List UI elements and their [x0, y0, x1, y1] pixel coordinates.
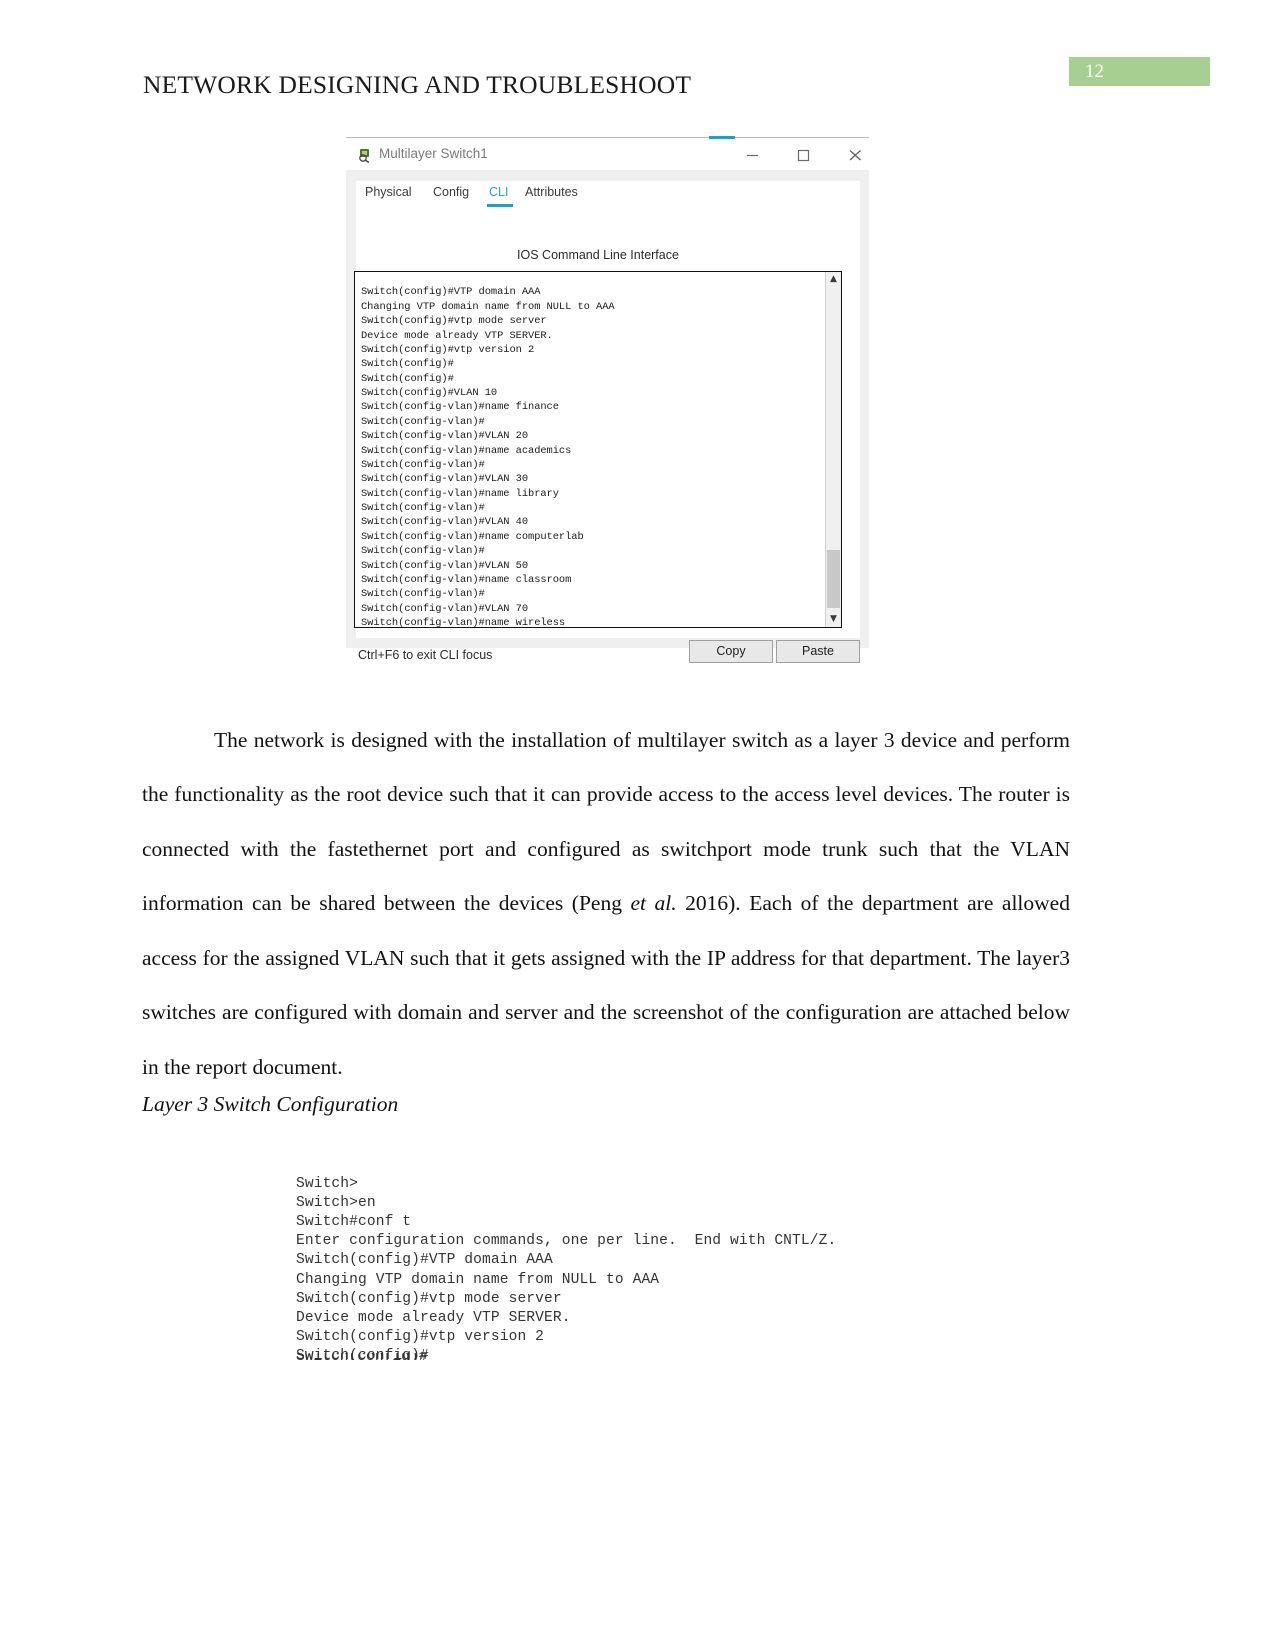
paste-button[interactable]: Paste [776, 640, 860, 663]
page-header: NETWORK DESIGNING AND TROUBLESHOOT 12 [0, 0, 1275, 110]
window-titlebar: Multilayer Switch1 [346, 139, 869, 170]
tab-attributes[interactable]: Attributes [525, 185, 578, 199]
paragraph-text-part1: The network is designed with the install… [142, 727, 1070, 916]
window-title: Multilayer Switch1 [379, 146, 488, 161]
bottom-console-screenshot: Switch> Switch>en Switch#conf t Enter co… [296, 1160, 936, 1360]
document-running-title: NETWORK DESIGNING AND TROUBLESHOOT [143, 70, 692, 99]
cli-focus-hint: Ctrl+F6 to exit CLI focus [358, 648, 493, 662]
copy-button[interactable]: Copy [689, 640, 773, 663]
packet-tracer-window-screenshot: Multilayer Switch1 Physical Config CLI A… [341, 133, 874, 663]
cli-console-output[interactable]: Switch(config)#VTP domain AAA Changing V… [354, 271, 842, 628]
close-icon[interactable] [841, 147, 869, 163]
window-top-divider [346, 137, 869, 138]
tab-cli-active-indicator [487, 204, 513, 207]
section-subheading: Layer 3 Switch Configuration [142, 1092, 399, 1116]
page-number: 12 [1085, 61, 1104, 82]
tab-config[interactable]: Config [433, 185, 469, 199]
paragraph-text-part2: 2016). Each of the department are allowe… [142, 891, 1070, 1080]
chevron-down-icon[interactable]: ▼ [826, 612, 841, 627]
tab-physical[interactable]: Physical [365, 185, 412, 199]
window-body: Physical Config CLI Attributes IOS Comma… [346, 170, 869, 663]
bottom-console-clipped-row: Switch(config)# [296, 1353, 936, 1360]
bottom-console-clipped-text: Switch(config)# [296, 1353, 936, 1360]
maximize-icon[interactable] [789, 147, 817, 163]
cli-output-text: Switch(config)#VTP domain AAA Changing V… [361, 286, 615, 628]
tab-cli[interactable]: CLI [489, 185, 508, 199]
body-paragraph: The network is designed with the install… [142, 713, 1070, 1095]
chevron-up-icon[interactable]: ▲ [826, 272, 841, 287]
tab-strip: Physical Config CLI Attributes [356, 181, 590, 207]
minimize-icon[interactable] [738, 147, 766, 163]
paragraph-citation-etal: et al. [630, 891, 677, 916]
packet-tracer-device-icon [357, 147, 373, 164]
cli-caption: IOS Command Line Interface [517, 248, 679, 262]
cli-scrollbar[interactable]: ▲ ▼ [825, 272, 841, 627]
scrollbar-thumb[interactable] [827, 550, 840, 608]
bottom-console-text: Switch> Switch>en Switch#conf t Enter co… [296, 1175, 837, 1360]
